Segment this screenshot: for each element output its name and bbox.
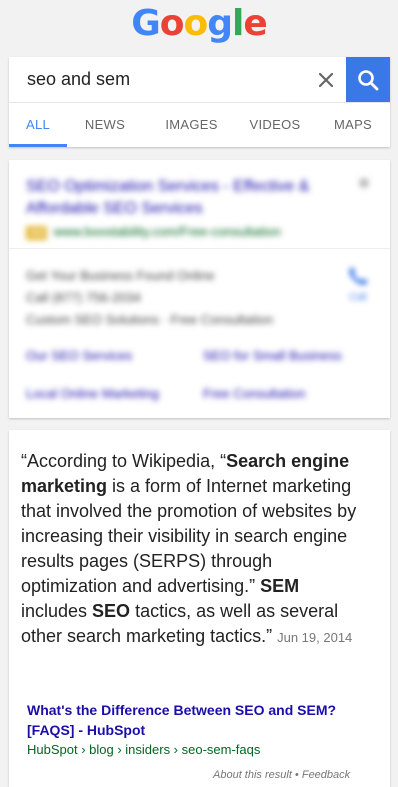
snippet-date: Jun 19, 2014 (277, 630, 353, 645)
snippet-bold-text: SEO (92, 601, 131, 621)
tab-maps[interactable]: MAPS (315, 103, 391, 147)
snippet-bold-text: SEM (260, 576, 300, 596)
ad-card: SEO Optimization Services - Effective & … (9, 160, 390, 418)
logo-letter: e (243, 3, 267, 44)
tab-all[interactable]: ALL (9, 103, 67, 147)
logo-letter: G (131, 3, 161, 44)
call-label: Call (349, 292, 367, 303)
search-box: ALL NEWS IMAGES VIDEOS MAPS (9, 57, 390, 147)
feedback-separator: • (291, 769, 302, 781)
featured-snippet-card: “According to Wikipedia, “Search engine … (9, 430, 390, 787)
clear-search-button[interactable] (311, 65, 341, 95)
search-tabs: ALL NEWS IMAGES VIDEOS MAPS (9, 103, 390, 147)
ad-url: Ad www.boostability.com/Free-consultation (26, 224, 281, 240)
tab-news[interactable]: NEWS (75, 103, 135, 147)
result-title-link[interactable]: What's the Difference Between SEO and SE… (27, 700, 357, 740)
google-logo: Google (0, 3, 398, 44)
logo-letter: l (232, 3, 244, 44)
snippet-text: includes (21, 601, 93, 621)
search-button[interactable] (346, 57, 390, 102)
ad-badge: Ad (26, 226, 48, 240)
ad-divider (9, 248, 390, 249)
ad-line: Custom SEO Solutions · Free Consultation (26, 312, 274, 327)
ad-url-text: www.boostability.com/Free-consultation (53, 224, 281, 239)
ad-menu-icon[interactable] (359, 178, 369, 188)
call-button[interactable]: Call (343, 265, 373, 303)
ad-sitelink[interactable]: SEO for Small Business (203, 348, 342, 363)
ad-line: Call (877) 756-2034 (26, 290, 141, 305)
close-icon (318, 72, 334, 88)
feedback-link[interactable]: Feedback (302, 769, 350, 781)
tab-images[interactable]: IMAGES (149, 103, 234, 147)
logo-letter: g (207, 3, 233, 44)
featured-snippet-text: “According to Wikipedia, “Search engine … (21, 449, 361, 650)
tab-videos[interactable]: VIDEOS (235, 103, 315, 147)
magnifier-icon (358, 69, 379, 90)
ad-sitelink[interactable]: Free Consultation (203, 386, 306, 401)
ad-sitelink[interactable]: Our SEO Services (26, 348, 132, 363)
about-this-result-link[interactable]: About this result (213, 769, 292, 781)
ad-line: Get Your Business Found Online (26, 268, 215, 283)
snippet-text: “According to Wikipedia, “ (21, 451, 227, 471)
logo-letter: o (183, 3, 209, 44)
result-breadcrumb-url: HubSpot › blog › insiders › seo-sem-faqs (27, 742, 261, 757)
search-input[interactable] (9, 57, 346, 102)
ad-sitelink[interactable]: Local Online Marketing (26, 386, 159, 401)
result-feedback-row: About this result • Feedback (213, 769, 350, 781)
active-tab-indicator (9, 144, 67, 147)
ad-title[interactable]: SEO Optimization Services - Effective & … (26, 176, 326, 220)
logo-letter: o (159, 3, 185, 44)
phone-icon (349, 267, 368, 285)
